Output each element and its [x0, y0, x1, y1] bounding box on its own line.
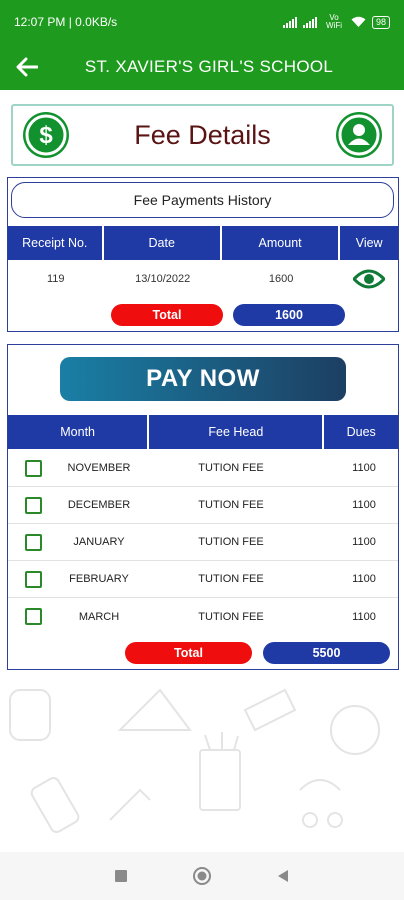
col-view: View — [355, 236, 383, 250]
back-arrow-icon — [16, 57, 38, 77]
svg-text:$: $ — [39, 122, 53, 149]
table-row: DECEMBER TUTION FEE 1100 — [8, 487, 398, 524]
table-row: NOVEMBER TUTION FEE 1100 — [8, 450, 398, 487]
date-cell: 13/10/2022 — [135, 273, 191, 285]
month-cell: DECEMBER — [67, 499, 131, 511]
month-checkbox[interactable] — [25, 496, 42, 514]
fee-head-cell: TUTION FEE — [198, 499, 264, 511]
home-button[interactable] — [187, 861, 217, 891]
view-cell — [340, 262, 398, 296]
col-month: Month — [8, 415, 150, 449]
pay-dues-panel: PAY NOW Month Fee Head Dues NOVEMBER TUT… — [7, 344, 399, 670]
month-cell: NOVEMBER — [67, 462, 131, 474]
wifi-icon — [351, 16, 366, 27]
history-total-label: Total — [111, 304, 223, 326]
page-title: Fee Details — [134, 119, 271, 150]
square-icon — [114, 870, 127, 882]
fee-head-cell: TUTION FEE — [198, 573, 264, 585]
month-checkbox[interactable] — [25, 459, 42, 477]
history-total-value: 1600 — [233, 304, 345, 326]
dues-table-header: Month Fee Head Dues — [8, 415, 398, 449]
fee-head-cell: TUTION FEE — [198, 462, 264, 474]
table-row: 119 13/10/2022 1600 — [8, 262, 398, 296]
background-doodles — [9, 688, 380, 833]
recents-button[interactable] — [106, 861, 136, 891]
dues-cell: 1100 — [352, 610, 376, 623]
profile-icon[interactable] — [336, 112, 382, 158]
status-time: 12:07 PM | 0.0KB/s — [14, 15, 118, 29]
dues-cell: 1100 — [352, 499, 376, 511]
dues-cell: 1100 — [352, 573, 376, 585]
back-button[interactable] — [0, 44, 54, 90]
status-bar: 12:07 PM | 0.0KB/s Vo WiFi 98 — [0, 0, 404, 44]
month-checkbox[interactable] — [25, 570, 42, 588]
col-receipt-no: Receipt No. — [8, 226, 104, 260]
signal-icon — [282, 16, 297, 28]
dues-list: NOVEMBER TUTION FEE 1100 DECEMBER TUTION… — [8, 450, 398, 635]
month-cell: FEBRUARY — [69, 573, 129, 585]
col-fee-head: Fee Head — [149, 415, 325, 449]
fee-head-cell: TUTION FEE — [198, 536, 264, 548]
amount-cell: 1600 — [268, 273, 294, 285]
dollar-icon[interactable]: $ — [23, 112, 69, 158]
table-row: MARCH TUTION FEE 1100 — [8, 598, 398, 635]
col-dues: Dues — [346, 425, 376, 439]
month-cell: JANUARY — [73, 536, 125, 548]
month-cell: MARCH — [78, 610, 120, 623]
month-checkbox[interactable] — [25, 533, 42, 551]
payment-history-panel: Fee Payments History Receipt No. Date Am… — [7, 177, 399, 332]
status-icons: Vo WiFi 98 — [282, 13, 390, 30]
fee-head-cell: TUTION FEE — [198, 610, 264, 623]
col-date: Date — [104, 226, 222, 260]
history-table-header: Receipt No. Date Amount View — [8, 226, 398, 260]
receipt-no-cell: 119 — [46, 273, 65, 285]
network-label: Vo WiFi — [325, 13, 342, 30]
table-row: JANUARY TUTION FEE 1100 — [8, 524, 398, 561]
app-title: ST. XAVIER'S GIRL'S SCHOOL — [84, 57, 334, 76]
col-amount: Amount — [222, 226, 341, 260]
triangle-back-icon — [278, 870, 289, 882]
dues-cell: 1100 — [352, 536, 376, 548]
app-bar: ST. XAVIER'S GIRL'S SCHOOL — [0, 44, 404, 90]
circle-home-icon — [192, 867, 211, 885]
signal-icon-2 — [302, 16, 317, 28]
system-back-button[interactable] — [268, 861, 298, 891]
payment-history-title: Fee Payments History — [11, 182, 394, 218]
dues-cell: 1100 — [352, 462, 376, 474]
system-nav-bar — [0, 852, 404, 900]
pay-now-button[interactable]: PAY NOW — [60, 357, 346, 401]
fee-details-header: $ Fee Details — [11, 104, 394, 166]
month-checkbox[interactable] — [25, 608, 42, 625]
eye-icon[interactable] — [353, 269, 386, 289]
battery-icon: 98 — [371, 15, 390, 29]
dues-total-label: Total — [125, 642, 252, 664]
table-row: FEBRUARY TUTION FEE 1100 — [8, 561, 398, 598]
battery-level: 98 — [375, 16, 386, 27]
dues-total-value: 5500 — [263, 642, 390, 664]
